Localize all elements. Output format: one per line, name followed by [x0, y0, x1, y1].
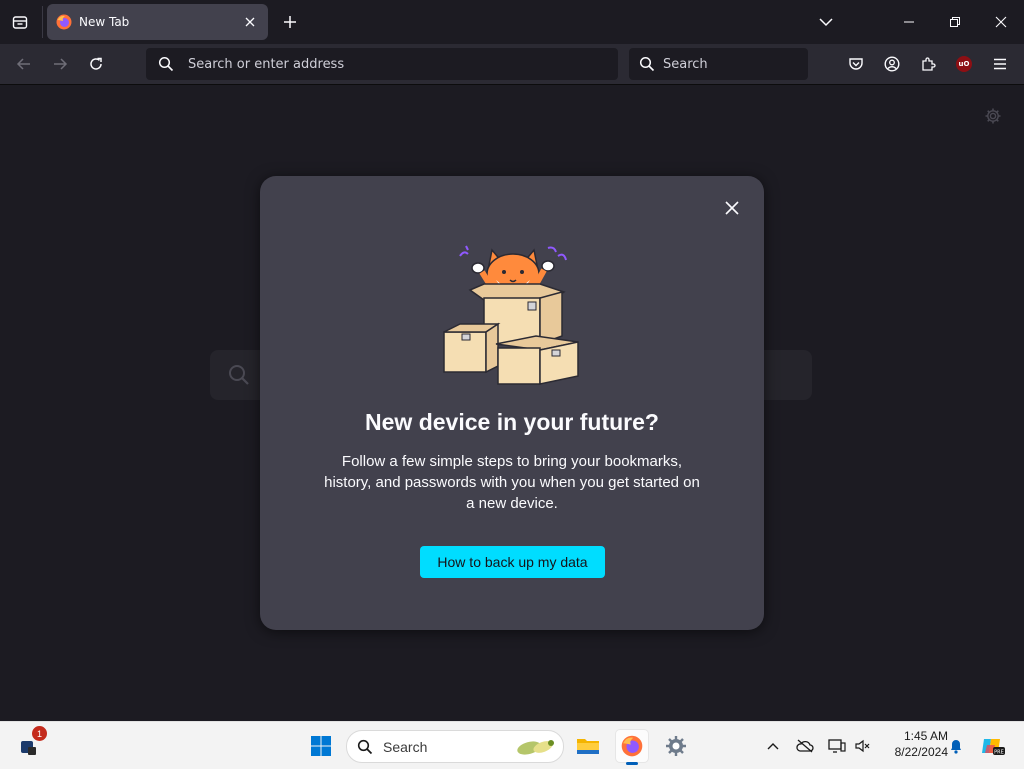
new-tab-button[interactable] — [279, 11, 301, 33]
list-all-tabs-button[interactable] — [816, 12, 836, 32]
dialog-body-text: Follow a few simple steps to bring your … — [324, 453, 700, 512]
system-clock[interactable]: 1:45 AM 8/22/2024 — [878, 728, 948, 760]
active-app-indicator — [626, 762, 638, 765]
search-icon — [229, 365, 249, 385]
ublock-origin-icon: uO — [956, 56, 972, 72]
chevron-down-icon — [819, 18, 833, 27]
notification-badge: 1 — [32, 726, 47, 741]
close-icon — [995, 16, 1007, 28]
taskbar-search-box[interactable]: Search — [346, 730, 564, 763]
minimize-button[interactable] — [896, 10, 922, 34]
pocket-button[interactable] — [845, 53, 867, 75]
pocket-icon — [849, 58, 863, 70]
restore-icon — [950, 17, 960, 27]
search-icon — [158, 56, 174, 72]
search-icon — [357, 739, 373, 754]
address-bar-placeholder: Search or enter address — [188, 56, 345, 72]
firefox-view-button[interactable] — [8, 10, 32, 34]
window-close-button[interactable] — [988, 10, 1014, 34]
clock-time: 1:45 AM — [903, 729, 948, 743]
chevron-up-icon — [767, 743, 779, 750]
firefox-view-icon — [12, 16, 28, 29]
firefox-taskbar-button[interactable] — [616, 730, 648, 765]
close-icon — [245, 17, 255, 27]
copilot-button[interactable]: PRE — [980, 735, 1006, 757]
close-icon — [725, 201, 739, 215]
back-button[interactable] — [12, 52, 36, 76]
search-bar-placeholder: Search — [663, 56, 708, 72]
show-hidden-icons-button[interactable] — [762, 735, 784, 757]
taskbar-search-placeholder: Search — [383, 738, 428, 755]
reload-button[interactable] — [84, 52, 108, 76]
bell-icon — [951, 740, 961, 754]
app-icon — [21, 741, 36, 755]
search-icon — [639, 56, 655, 72]
cloud-off-icon — [796, 739, 814, 753]
settings-gear-icon[interactable] — [984, 107, 1002, 125]
backup-data-button[interactable]: How to back up my data — [420, 546, 605, 578]
ublock-origin-button[interactable]: uO — [953, 53, 975, 75]
firefox-logo-icon — [621, 735, 643, 757]
tab-strip: New Tab — [0, 0, 1024, 44]
firefox-logo-icon — [56, 14, 72, 30]
address-bar[interactable]: Search or enter address — [146, 48, 618, 80]
account-button[interactable] — [881, 53, 903, 75]
sound-button[interactable] — [852, 735, 874, 757]
dialog-close-button[interactable] — [722, 198, 742, 218]
plus-icon — [284, 16, 296, 28]
account-icon — [884, 56, 900, 72]
network-monitor-icon — [828, 739, 846, 753]
minimize-icon — [904, 21, 914, 23]
file-explorer-button[interactable] — [572, 730, 604, 762]
tab-close-button[interactable] — [242, 14, 258, 30]
fox-in-boxes-illustration — [443, 245, 579, 385]
notification-app-button[interactable]: 1 — [20, 726, 47, 758]
arrow-left-icon — [16, 58, 30, 70]
restore-button[interactable] — [942, 10, 968, 34]
hamburger-menu-icon — [994, 58, 1006, 70]
svg-text:PRE: PRE — [994, 750, 1004, 756]
forward-button[interactable] — [48, 52, 72, 76]
tab-title: New Tab — [79, 15, 130, 29]
notifications-button[interactable] — [945, 735, 967, 757]
folder-icon — [577, 739, 599, 754]
search-highlight-icon — [517, 739, 554, 755]
search-bar[interactable]: Search — [629, 48, 808, 80]
dialog-heading: New device in your future? — [365, 409, 659, 435]
settings-gear-icon — [666, 736, 686, 756]
extensions-button[interactable] — [917, 53, 939, 75]
start-button[interactable] — [305, 730, 337, 762]
app-menu-button[interactable] — [989, 53, 1011, 75]
settings-taskbar-button[interactable] — [660, 730, 692, 762]
puzzle-piece-icon — [922, 57, 936, 71]
windows-logo-icon — [311, 736, 331, 756]
network-button[interactable] — [826, 735, 848, 757]
onedrive-button[interactable] — [794, 735, 816, 757]
tab-new-tab[interactable]: New Tab — [47, 4, 268, 40]
tab-separator — [42, 6, 43, 38]
volume-muted-icon — [855, 739, 870, 753]
new-tab-page: New device in your future? Follow a few … — [0, 85, 1024, 721]
navigation-toolbar: Search or enter address Search uO — [0, 44, 1024, 85]
onboarding-dialog: New device in your future? Follow a few … — [260, 176, 764, 630]
reload-icon — [90, 57, 102, 70]
arrow-right-icon — [54, 58, 68, 70]
windows-taskbar: 1 Search 1:45 AM 8/22/2024 PRE — [0, 721, 1024, 769]
clock-date: 8/22/2024 — [894, 745, 948, 759]
copilot-pre-icon: PRE — [982, 739, 1005, 756]
